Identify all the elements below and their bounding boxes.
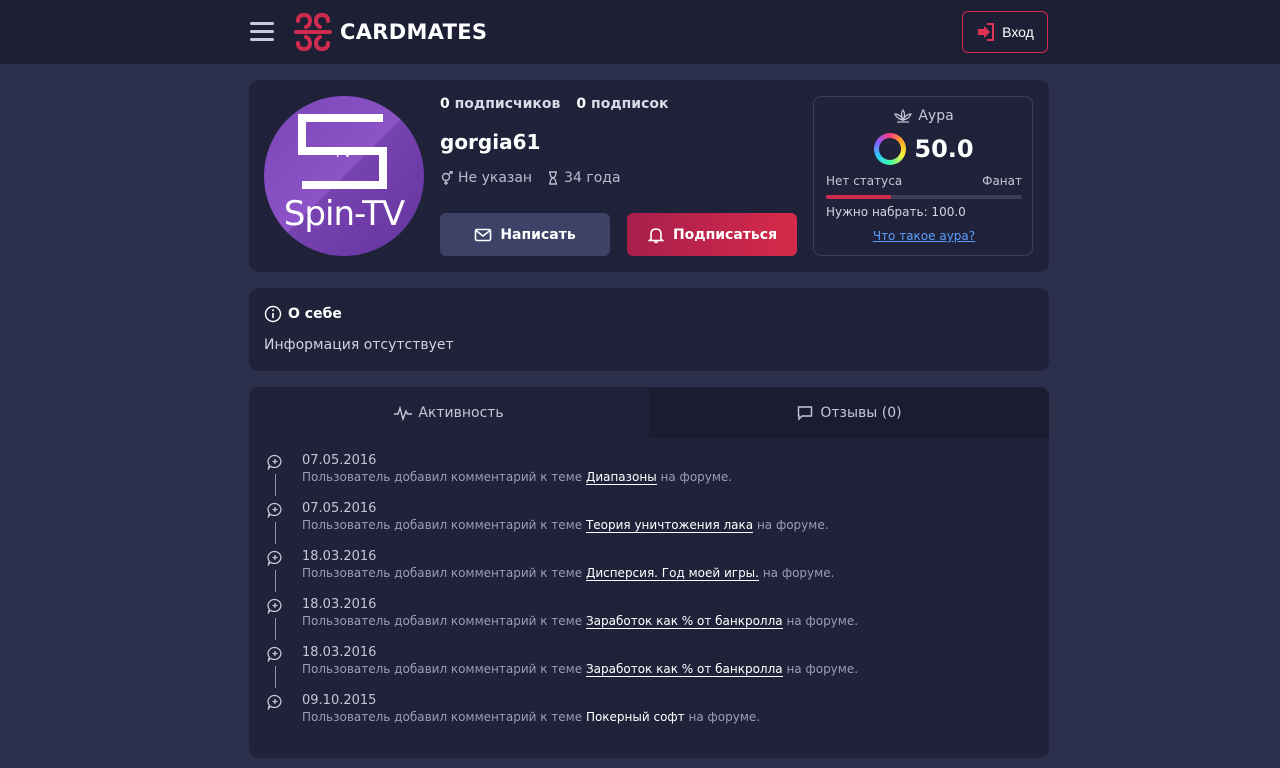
sign-in-icon [978,23,995,41]
follow-stats: 0 подписчиков 0 подписок [440,96,669,112]
feed-prefix: Пользователь добавил комментарий к теме [302,614,583,628]
aura-status-labels: Нет статуса Фанат [826,174,1022,188]
envelope-icon [475,228,492,241]
feed-date: 07.05.2016 [302,453,377,468]
feed-prefix: Пользователь добавил комментарий к теме [302,662,583,676]
comment-add-icon [267,550,282,566]
feed-item: 18.03.2016 Пользователь добавил комментар… [264,549,1034,597]
feed-item: 18.03.2016 Пользователь добавил комментар… [264,597,1034,645]
aura-status-next: Фанат [982,174,1022,188]
feed-description: Пользователь добавил комментарий к теме … [302,566,835,581]
comment-add-icon [267,646,282,662]
comment-add-icon [267,454,282,470]
followers-stat[interactable]: 0 подписчиков [440,96,560,112]
feed-topic-link[interactable]: Дисперсия. Год моей игры. [585,566,759,581]
following-stat[interactable]: 0 подписок [576,96,668,112]
feed-suffix: на форуме. [786,614,859,628]
feed-prefix: Пользователь добавил комментарий к теме [302,566,583,580]
aura-title: Аура [814,108,1034,124]
feed-date: 09.10.2015 [302,693,377,708]
timeline-line [275,666,276,688]
feed-suffix: на форуме. [786,662,859,676]
feed-date: 07.05.2016 [302,501,377,516]
profile-card: TV Spin-TV 0 подписчиков 0 подписок gorg… [249,80,1049,272]
tab-activity[interactable]: Активность [249,387,649,438]
feed-date: 18.03.2016 [302,549,377,564]
lotus-icon [894,108,913,123]
feed-item: 07.05.2016 Пользователь добавил комментар… [264,453,1034,501]
feed-item: 18.03.2016 Пользователь добавил комментар… [264,645,1034,693]
write-message-button[interactable]: Написать [440,213,610,256]
aura-panel: Аура 50.0 Нет статуса Фанат Нужно набрат… [813,96,1033,256]
feed-item: 09.10.2015 Пользователь добавил комментар… [264,693,1034,741]
avatar-badge: TV [334,146,354,160]
login-label: Вход [1002,24,1034,40]
gender-info: Не указан [440,170,532,186]
feed-prefix: Пользователь добавил комментарий к теме [302,710,583,724]
info-icon [264,305,282,323]
gender-icon [441,171,453,185]
username: gorgia61 [440,130,541,154]
feed-topic-link[interactable]: Диапазоны [585,470,657,485]
feed-description: Пользователь добавил комментарий к теме … [302,614,859,629]
cardmates-logo-icon [294,12,332,52]
aura-progress-fill [826,195,891,199]
feed-description: Пользователь добавил комментарий к теме … [302,710,760,724]
aura-status-current: Нет статуса [826,174,903,188]
activity-feed: 07.05.2016 Пользователь добавил комментар… [264,453,1034,741]
aura-need-text: Нужно набрать: 100.0 [826,205,966,219]
feed-topic-link[interactable]: Покерный софт [586,710,685,724]
comment-add-icon [267,502,282,518]
hamburger-menu-icon[interactable] [250,22,274,42]
age-info: 34 года [546,170,621,186]
timeline-line [275,474,276,496]
bell-icon [647,227,665,243]
about-title: О себе [264,305,342,323]
feed-suffix: на форуме. [756,518,829,532]
feed-suffix: на форуме. [660,470,733,484]
feed-topic-link[interactable]: Заработок как % от банкролла [585,662,783,677]
about-card: О себе Информация отсутствует [249,288,1049,371]
feed-prefix: Пользователь добавил комментарий к теме [302,470,583,484]
feed-suffix: на форуме. [762,566,835,580]
comment-icon [798,405,813,421]
login-button[interactable]: Вход [962,11,1048,53]
hourglass-icon [549,171,558,185]
timeline-line [275,618,276,640]
logo-text: CARDMATES [340,20,488,44]
feed-topic-link[interactable]: Теория уничтожения лака [585,518,754,533]
activity-card: Активность Отзывы (0) 07.05.2016 Пользова… [249,387,1049,758]
avatar-text: Spin-TV [283,194,405,234]
feed-topic-link[interactable]: Заработок как % от банкролла [585,614,783,629]
feed-date: 18.03.2016 [302,597,377,612]
tab-reviews[interactable]: Отзывы (0) [649,387,1049,438]
top-header: CARDMATES Вход [0,0,1280,64]
what-is-aura-link[interactable]: Что такое аура? [814,229,1034,243]
feed-suffix: на форуме. [688,710,761,724]
aura-ring-icon [874,133,907,165]
profile-meta: Не указан 34 года [440,170,621,186]
timeline-line [275,522,276,544]
comment-add-icon [267,598,282,614]
feed-description: Пользователь добавил комментарий к теме … [302,518,829,533]
feed-prefix: Пользователь добавил комментарий к теме [302,518,583,532]
feed-date: 18.03.2016 [302,645,377,660]
aura-progress-bar [826,195,1022,199]
activity-icon [394,405,413,421]
logo[interactable]: CARDMATES [292,11,487,53]
feed-description: Пользователь добавил комментарий к теме … [302,662,859,677]
about-text: Информация отсутствует [264,337,454,353]
profile-tabs: Активность Отзывы (0) [249,387,1049,438]
feed-description: Пользователь добавил комментарий к теме … [302,470,733,485]
feed-item: 07.05.2016 Пользователь добавил комментар… [264,501,1034,549]
timeline-line [275,570,276,592]
comment-add-icon [267,694,282,710]
aura-value: 50.0 [814,133,1034,165]
subscribe-button[interactable]: Подписаться [627,213,797,256]
avatar[interactable]: TV Spin-TV [264,96,424,256]
